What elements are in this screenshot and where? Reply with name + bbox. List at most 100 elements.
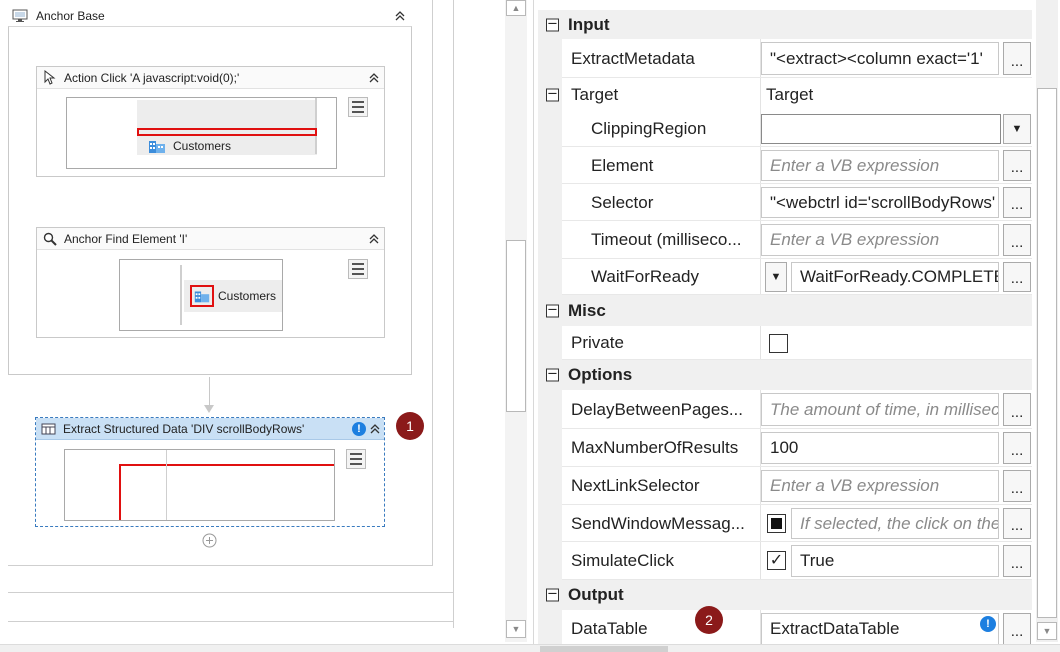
designer-frame-bottom [8,565,433,566]
category-output[interactable]: − Output [538,580,1032,610]
category-options[interactable]: − Options [538,360,1032,390]
building-icon [149,141,165,153]
action-click-activity[interactable]: Action Click 'A javascript:void(0);' Cus… [36,66,385,177]
simulateclick-checkbox[interactable]: ✓ [767,551,786,570]
property-row-delaybetweenpages: DelayBetweenPages... The amount of time,… [538,390,1032,429]
datatable-input[interactable]: ExtractDataTable [761,613,999,645]
scroll-down-arrow[interactable]: ▼ [506,620,526,638]
property-name: DataTable [571,619,648,638]
extract-structured-data-activity[interactable]: Extract Structured Data 'DIV scrollBodyR… [35,417,385,527]
property-name: DelayBetweenPages... [571,399,743,419]
selector-input[interactable]: "<webctrl id='scrollBodyRows' [761,187,999,218]
timeout-input[interactable]: Enter a VB expression [761,224,999,256]
waitforready-dropdown-arrow-icon[interactable]: ▼ [765,262,787,292]
designer-frame-right [432,0,433,566]
property-name: MaxNumberOfResults [571,438,739,457]
property-row-element: Element Enter a VB expression ... [538,147,1032,184]
property-name: WaitForReady [591,267,700,286]
info-icon: ! [980,616,996,632]
maxresults-ellipsis-button[interactable]: ... [1003,432,1031,464]
property-name: Private [571,333,624,352]
clippingregion-dropdown-arrow-icon[interactable]: ▼ [1003,114,1031,144]
scrollbar-thumb[interactable] [506,240,526,412]
sendwindow-input[interactable]: If selected, the click on the [791,508,999,539]
category-input[interactable]: − Input [538,10,1032,39]
private-checkbox[interactable] [769,334,788,353]
action-click-collapse-icon[interactable] [368,72,380,86]
nextlink-input[interactable]: Enter a VB expression [761,470,999,502]
anchor-find-header[interactable]: Anchor Find Element 'I' [37,228,384,250]
checkmark-icon: ✓ [769,551,784,569]
properties-vertical-scrollbar[interactable]: ▼ [1036,0,1058,642]
designer-pane-border [453,0,454,628]
waitforready-ellipsis-button[interactable]: ... [1003,262,1031,292]
bottom-strip [0,644,1060,652]
sequence-icon [12,9,28,22]
property-row-timeout: Timeout (milliseco... Enter a VB express… [538,221,1032,259]
action-click-menu-button[interactable] [348,97,368,117]
sequence-collapse-icon[interactable] [394,10,406,24]
collapse-toggle-icon[interactable]: − [546,17,559,31]
category-label: Misc [568,300,606,320]
collapse-toggle-icon[interactable]: − [546,588,559,602]
extract-menu-button[interactable] [346,449,366,469]
sendwindow-checkbox[interactable] [767,514,786,533]
delay-input[interactable]: The amount of time, in milliseconds [761,393,999,426]
waitforready-value[interactable]: WaitForReady.COMPLETE [791,262,999,292]
extract-collapse-icon[interactable] [369,423,381,437]
delay-ellipsis-button[interactable]: ... [1003,393,1031,426]
extract-info-icon[interactable]: ! [352,422,366,436]
collapse-toggle-icon[interactable]: − [546,368,559,382]
designer-vertical-scrollbar[interactable]: ▲ ▼ [505,0,527,642]
category-label: Options [568,365,633,384]
anchor-find-collapse-icon[interactable] [368,233,380,247]
collapse-toggle-icon[interactable]: − [546,87,559,101]
extract-target-outline [119,464,334,520]
extractmetadata-ellipsis-button[interactable]: ... [1003,42,1031,75]
extract-header[interactable]: Extract Structured Data 'DIV scrollBodyR… [36,418,384,440]
add-circle-icon [202,533,217,548]
property-row-clippingregion: ClippingRegion ▼ [538,111,1032,147]
property-row-target[interactable]: − Target Target [538,78,1032,111]
datatable-warning[interactable]: ! [980,616,996,632]
clippingregion-input[interactable] [761,114,1001,144]
collapse-toggle-icon[interactable]: − [546,303,559,317]
simulateclick-ellipsis-button[interactable]: ... [1003,545,1031,577]
property-name: Selector [591,192,654,212]
extractmetadata-value[interactable]: "<extract><column exact='1' [761,42,999,75]
scroll-down-arrow[interactable]: ▼ [1037,622,1057,640]
preview-divider [180,265,182,325]
sequence-header[interactable]: Anchor Base [8,5,412,27]
maxresults-input[interactable]: 100 [761,432,999,464]
pane-splitter[interactable] [533,0,534,652]
nextlink-ellipsis-button[interactable]: ... [1003,470,1031,502]
target-value: Target [766,84,814,104]
horizontal-scrollbar-thumb[interactable] [540,646,668,652]
anchor-find-preview: Customers [119,259,283,331]
preview-divider [166,450,167,520]
simulateclick-value[interactable]: True [791,545,999,577]
add-activity-button[interactable] [202,533,217,553]
anchor-find-activity[interactable]: Anchor Find Element 'I' Customers [36,227,385,338]
property-name: SimulateClick [571,551,674,570]
property-row-nextlinkselector: NextLinkSelector Enter a VB expression .… [538,467,1032,505]
action-click-preview: Customers [66,97,337,169]
workflow-designer: Anchor Base Action Click 'A javascript:v… [0,0,455,652]
anchor-find-menu-button[interactable] [348,259,368,279]
table-extract-icon [41,421,57,437]
datatable-ellipsis-button[interactable]: ... [1003,613,1031,645]
element-input[interactable]: Enter a VB expression [761,150,999,181]
property-row-private: Private [538,326,1032,360]
scrollbar-thumb[interactable] [1037,88,1057,618]
action-click-header[interactable]: Action Click 'A javascript:void(0);' [37,67,384,89]
category-misc[interactable]: − Misc [538,295,1032,326]
selector-ellipsis-button[interactable]: ... [1003,187,1031,218]
sendwindow-ellipsis-button[interactable]: ... [1003,508,1031,539]
action-click-title: Action Click 'A javascript:void(0);' [64,70,240,85]
target-highlight-box [137,128,317,136]
element-ellipsis-button[interactable]: ... [1003,150,1031,181]
property-row-selector: Selector "<webctrl id='scrollBodyRows' .… [538,184,1032,221]
timeout-ellipsis-button[interactable]: ... [1003,224,1031,256]
annotation-badge-2: 2 [695,606,723,634]
scroll-up-arrow[interactable]: ▲ [506,0,526,16]
